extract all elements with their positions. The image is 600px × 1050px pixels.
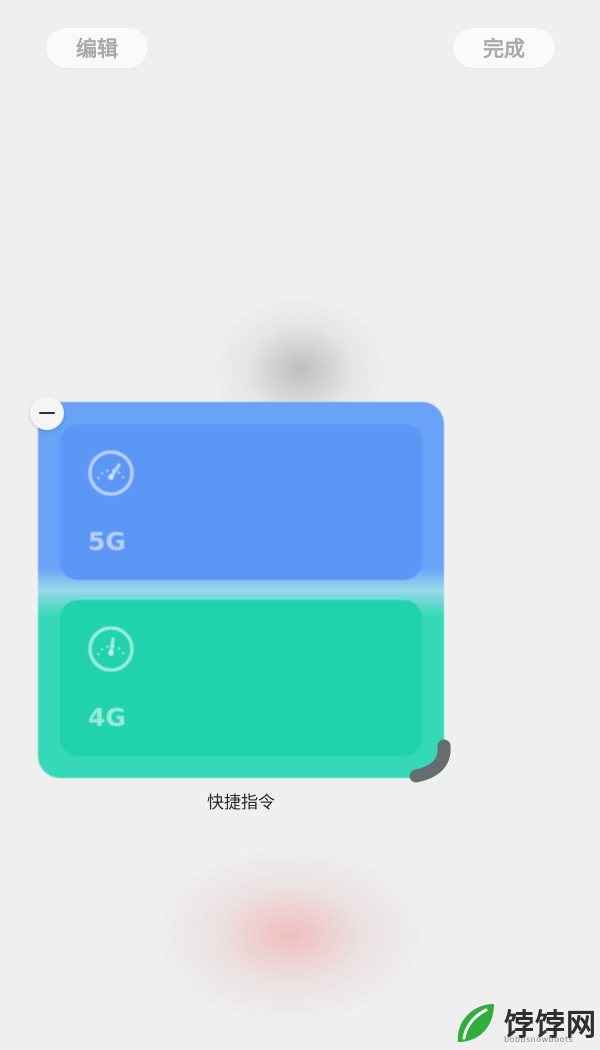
watermark: 饽饽网 bobosnowboots bbox=[448, 998, 598, 1048]
tile-label-5g: 5G bbox=[88, 527, 126, 556]
shortcut-tile-4g[interactable]: 4G bbox=[60, 600, 422, 756]
leaf-logo-icon bbox=[457, 1004, 494, 1042]
watermark-url: bobosnowboots bbox=[504, 1035, 574, 1044]
done-button[interactable]: 完成 bbox=[453, 28, 555, 68]
shortcuts-widget[interactable]: 5G 4G bbox=[38, 402, 444, 778]
tile-label-4g: 4G bbox=[88, 703, 126, 732]
speedometer-icon bbox=[88, 626, 134, 672]
widget-caption: 快捷指令 bbox=[207, 793, 275, 813]
resize-handle[interactable] bbox=[404, 736, 456, 788]
edit-button[interactable]: 编辑 bbox=[46, 28, 148, 68]
remove-widget-button[interactable] bbox=[30, 396, 64, 430]
shortcut-tile-5g[interactable]: 5G bbox=[60, 424, 422, 580]
blurred-background-app bbox=[160, 850, 420, 1020]
speedometer-icon bbox=[88, 450, 134, 496]
